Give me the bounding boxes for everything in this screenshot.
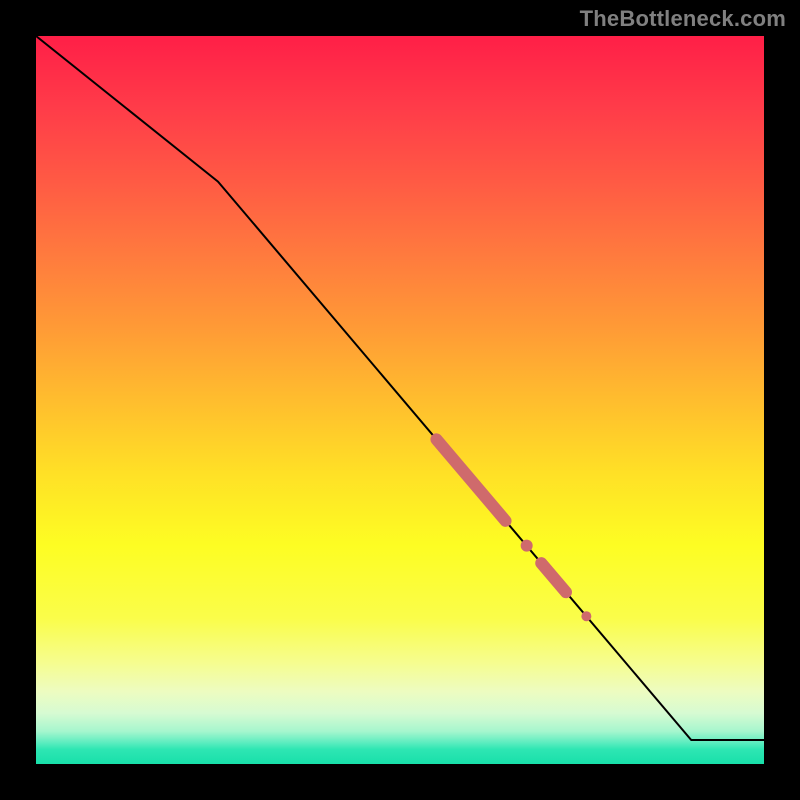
series-curve bbox=[36, 36, 764, 740]
marker-dot-1 bbox=[521, 540, 533, 552]
watermark-text: TheBottleneck.com bbox=[580, 6, 786, 32]
chart-svg bbox=[36, 36, 764, 764]
plot-area bbox=[36, 36, 764, 764]
chart-stage: TheBottleneck.com bbox=[0, 0, 800, 800]
marker-thick-segment-2 bbox=[541, 563, 566, 592]
marker-dot-2 bbox=[581, 611, 591, 621]
marker-thick-segment-1 bbox=[436, 439, 505, 521]
